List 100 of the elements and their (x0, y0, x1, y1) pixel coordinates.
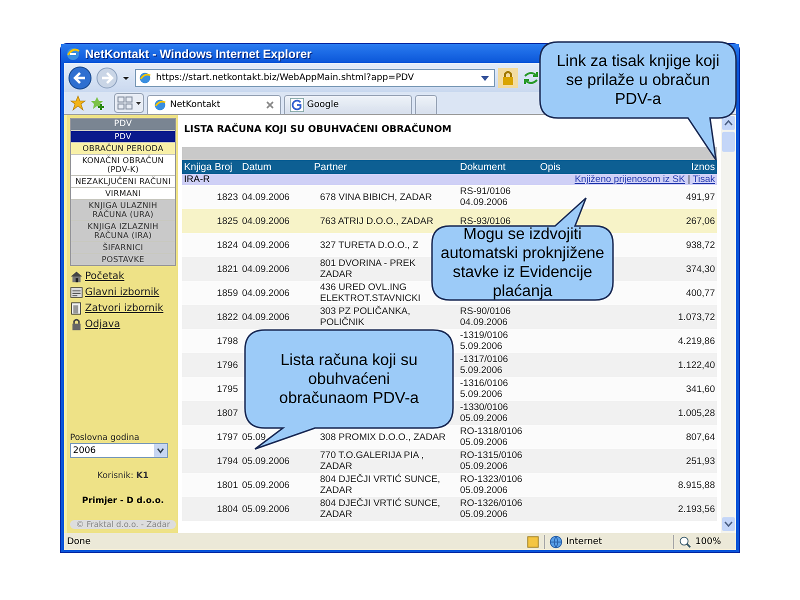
table-cell: 251,93 (686, 456, 715, 466)
column-header: Knjiga Broj (182, 160, 240, 174)
table-cell: RO-1315/0106 05.09.2006 (460, 450, 522, 472)
sidebar-link[interactable]: Odjava (85, 319, 120, 330)
back-button[interactable] (68, 66, 92, 90)
table-cell: RO-1323/0106 05.09.2006 (460, 474, 522, 496)
table-cell: 1823 (216, 192, 238, 202)
table-cell: 8.915,88 (678, 480, 715, 490)
filter-link[interactable]: Knjiženo prijenosom iz SK (574, 174, 686, 185)
window-title: NetKontakt - Windows Internet Explorer (85, 46, 312, 60)
table-cell: 1807 (216, 408, 238, 418)
zoom-icon (678, 534, 692, 548)
year-select[interactable]: 2006 (70, 443, 168, 458)
favorites-star-icon[interactable] (70, 95, 86, 111)
table-cell: 05.09.2006 (242, 504, 290, 514)
menu-item[interactable]: ŠIFARNICI (71, 242, 175, 253)
protected-mode-icon (526, 534, 540, 548)
column-header: Opis (538, 160, 638, 174)
column-header: Dokument (458, 160, 538, 174)
security-zone-label: Internet (566, 536, 602, 546)
sidebar-link[interactable]: Zatvori izbornik (85, 303, 164, 314)
dropdown-icon[interactable] (154, 444, 167, 457)
table-cell: 763 ATRIJ D.O.O., ZADAR (320, 216, 434, 226)
table-cell: RS-91/0106 04.09.2006 (460, 186, 511, 208)
door-icon (70, 302, 83, 315)
table-cell: 1.122,40 (678, 360, 715, 370)
menu-item[interactable]: KNJIGA IZLAZNIH RAČUNA (IRA) (71, 221, 175, 241)
table-cell: RO-1326/0106 05.09.2006 (460, 498, 522, 520)
table-cell: 04.09.2006 (242, 216, 290, 226)
browser-logo-icon (65, 46, 81, 62)
table-cell: 1821 (216, 264, 238, 274)
address-field[interactable]: https://start.netkontakt.biz/WebAppMain.shtml?app=PDV (135, 68, 495, 86)
table-row[interactable]: 1797 05.09 308 PROMIX D.O.O., ZADAR RO-1318/0106 05.09.2006 807,64 (182, 425, 717, 449)
table-cell: 804 DJEČJI VRTIĆ SUNCE, ZADAR (320, 474, 440, 496)
table-cell: 1825 (216, 216, 238, 226)
table-cell: 807,64 (686, 432, 715, 442)
column-header: Partner (312, 160, 458, 174)
sidebar-link[interactable]: Glavni izbornik (85, 287, 160, 298)
page-icon (138, 70, 152, 84)
sidebar-link[interactable]: Početak (85, 271, 124, 282)
browser-tab[interactable]: Google (284, 95, 412, 114)
table-cell: 1822 (216, 312, 238, 322)
table-cell: 4.219,86 (678, 336, 715, 346)
globe-icon (549, 534, 564, 548)
table-cell: 678 VINA BIBICH, ZADAR (320, 192, 432, 202)
table-cell: -1330/0106 05.09.2006 (460, 402, 508, 424)
table-cell: 05.09.2006 (242, 480, 290, 490)
table-cell: 04.09.2006 (242, 192, 290, 202)
table-cell: 1.073,72 (678, 312, 715, 322)
table-cell: 308 PROMIX D.O.O., ZADAR (320, 432, 446, 442)
table-row[interactable]: 1804 05.09.2006 804 DJEČJI VRTIĆ SUNCE, ZADAR RO-1326/0106 05.09.2006 2.193,56 (182, 497, 717, 521)
table-row[interactable]: 1794 05.09.2006 770 T.O.GALERIJA PIA , ZADAR RO-1315/0106 05.09.2006 251,93 (182, 449, 717, 473)
table-row[interactable]: 1823 04.09.2006 678 VINA BIBICH, ZADAR RS-91/0106 04.09.2006 491,97 (182, 185, 717, 209)
year-label: Poslovna godina (70, 433, 140, 443)
browser-tab[interactable]: NetKontakt (147, 95, 281, 114)
table-cell: 04.09.2006 (242, 288, 290, 298)
menu-item[interactable]: OBRAČUN PERIODA (71, 143, 175, 154)
table-cell: 303 PZ POLIČANKA, POLIČNIK (320, 306, 410, 328)
table-cell: 436 URED OVL.ING ELEKTROT.STAVNICKI (320, 282, 420, 304)
table-cell: 267,06 (686, 216, 715, 226)
table-cell: 341,60 (686, 384, 715, 394)
table-cell: 1804 (216, 504, 238, 514)
menu-item[interactable]: POSTAVKE (71, 254, 175, 265)
lock-icon (70, 318, 83, 331)
table-cell: 374,30 (686, 264, 715, 274)
close-tab-icon[interactable] (265, 100, 275, 110)
group-label: IRA-R (184, 174, 210, 185)
status-text: Done (67, 536, 91, 546)
link-separator: | (688, 174, 690, 185)
table-cell: RS-93/0106 (460, 216, 511, 226)
menu-item[interactable]: KNJIGA ULAZNIH RAČUNA (URA) (71, 200, 175, 220)
search-engine-icon (290, 98, 304, 112)
menu-item[interactable]: KONAČNI OBRAČUN (PDV-K) (71, 155, 175, 175)
vertical-scrollbar[interactable] (721, 115, 736, 533)
table-cell: 05.09 (242, 432, 266, 442)
table-cell: 1796 (216, 360, 238, 370)
menu-item[interactable]: PDV (71, 131, 175, 142)
new-tab-button[interactable] (415, 95, 437, 114)
table-cell: -1317/0106 5.09.2006 (460, 354, 508, 376)
add-favorite-icon[interactable] (89, 95, 105, 111)
table-cell: 1797 (216, 432, 238, 442)
table-cell: RO-1318/0106 05.09.2006 (460, 426, 522, 448)
quick-tabs-button[interactable] (114, 93, 144, 113)
house-icon (70, 270, 83, 283)
table-cell: 801 DVORINA - PREK ZADAR (320, 258, 416, 280)
report-title: LISTA RAČUNA KOJI SU OBUHVAĆENI OBRAČUNOM (184, 124, 452, 135)
print-link[interactable]: Tisak (692, 174, 715, 185)
company-name: Primjer - D d.o.o. (81, 496, 165, 506)
page-icon (153, 98, 167, 112)
table-cell: 04.09.2006 (242, 264, 290, 274)
table-row[interactable]: 1801 05.09.2006 804 DJEČJI VRTIĆ SUNCE, ZADAR RO-1323/0106 05.09.2006 8.915,88 (182, 473, 717, 497)
menu-item[interactable]: NEZAKLJUČENI RAČUNI (71, 176, 175, 187)
table-cell: 804 DJEČJI VRTIĆ SUNCE, ZADAR (320, 498, 440, 520)
callout-tooltip: Link za tisak knjige koji se prilaže u obračun PDV-a (538, 40, 738, 162)
menu-item[interactable]: VIRMANI (71, 188, 175, 199)
table-cell: 400,77 (686, 288, 715, 298)
table-cell: 04.09.2006 (242, 312, 290, 322)
menu-icon (70, 286, 83, 299)
table-cell: 2.193,56 (678, 504, 715, 514)
zoom-control[interactable]: 100% (673, 534, 733, 548)
